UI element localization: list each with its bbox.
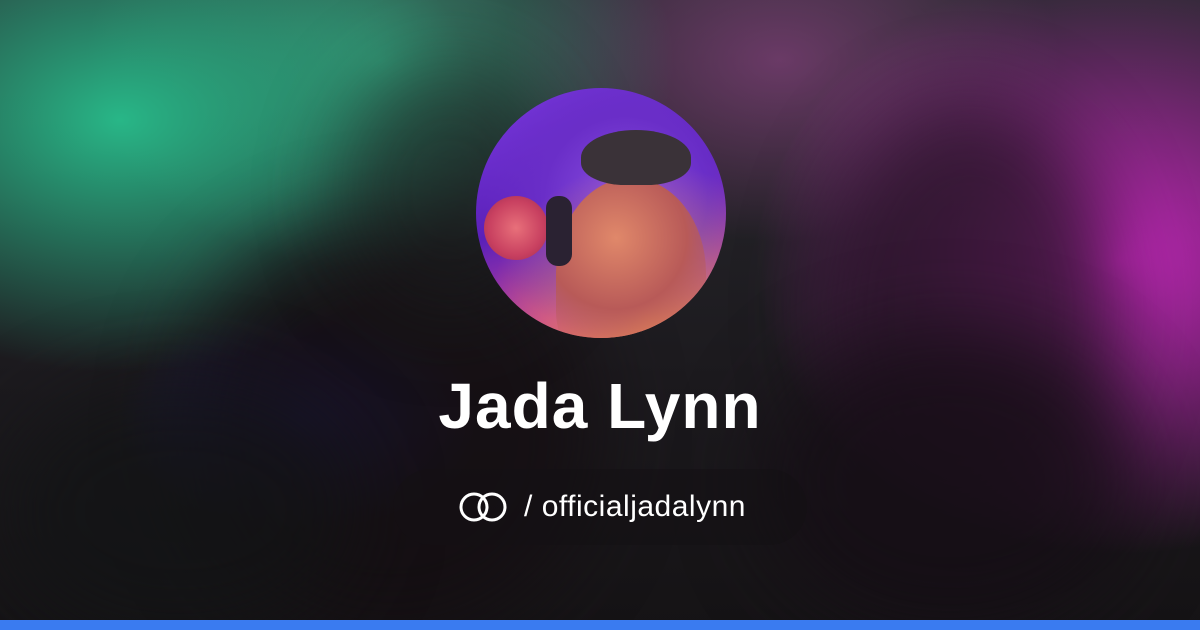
vinyl-record-graphic [484,196,548,260]
profile-handle: / officialjadalynn [524,490,746,523]
linktree-rings-icon [454,490,512,524]
microphone-graphic [546,196,572,266]
bottom-accent-bar [0,620,1200,630]
profile-name: Jada Lynn [438,370,762,442]
avatar[interactable] [476,88,726,338]
bandana-graphic [581,130,691,185]
profile-handle-link[interactable]: / officialjadalynn [393,469,807,545]
